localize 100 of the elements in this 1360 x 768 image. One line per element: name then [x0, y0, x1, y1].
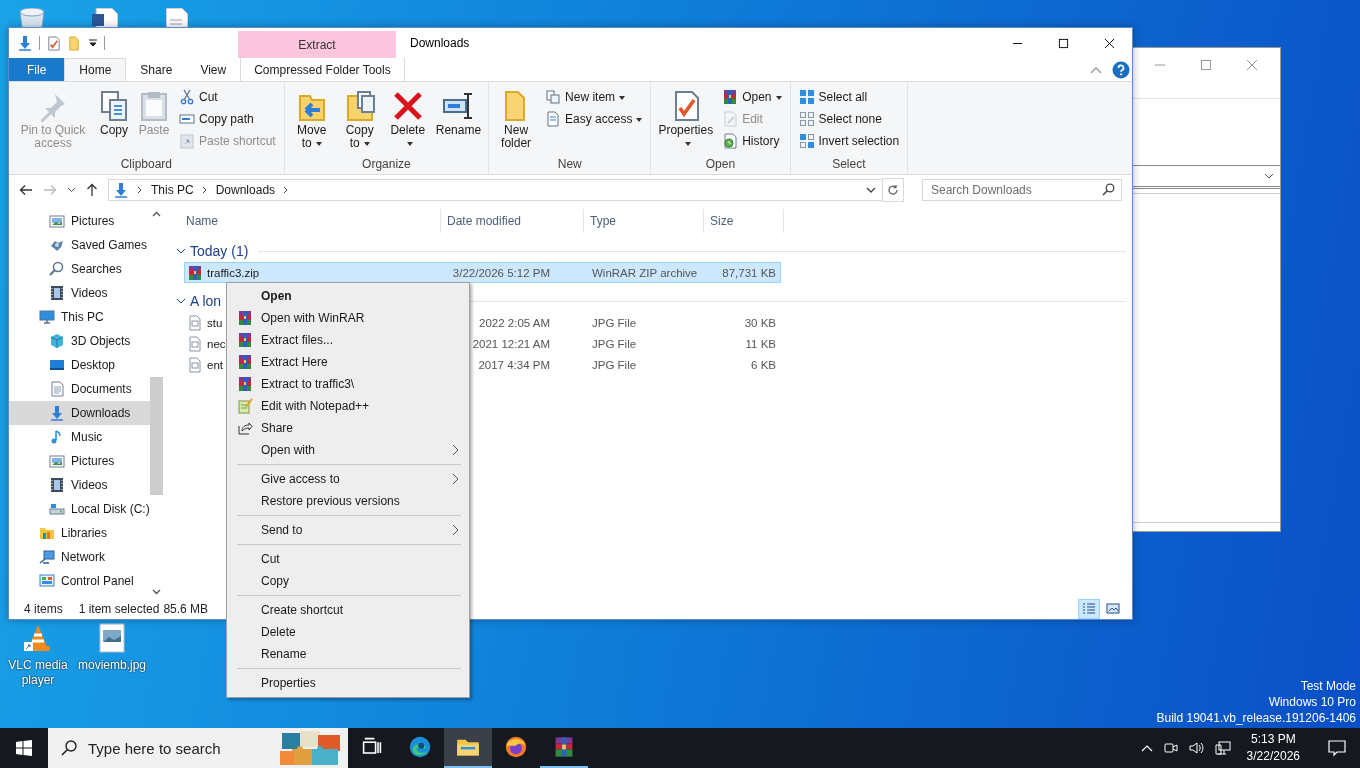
notification-icon[interactable] [1328, 739, 1346, 757]
chevron-up-icon[interactable] [1140, 744, 1153, 752]
ribbon-button[interactable]: New folder [493, 84, 540, 156]
nav-item[interactable]: Videos [9, 473, 150, 497]
nav-item[interactable]: Saved Games [9, 233, 150, 257]
ribbon-button[interactable]: Invert selection [794, 130, 904, 152]
menu-item[interactable]: Delete [229, 621, 465, 643]
nav-item[interactable]: Downloads [9, 401, 150, 425]
ribbon-tab[interactable]: Share [126, 58, 187, 81]
ribbon-tab[interactable]: Home [64, 58, 127, 81]
column-header[interactable]: Name [172, 209, 441, 233]
ribbon-button[interactable]: Select all [794, 86, 904, 108]
nav-item[interactable]: Desktop [9, 353, 150, 377]
ribbon-tab[interactable]: View [186, 58, 241, 81]
file-explorer-button[interactable] [444, 728, 492, 768]
menu-item[interactable]: Extract Here [229, 351, 465, 373]
back-arrow-icon[interactable] [19, 184, 33, 196]
ribbon-button[interactable]: Copy [95, 84, 133, 156]
nav-item[interactable]: Searches [9, 257, 150, 281]
clock-date[interactable]: 3/22/2026 [1246, 748, 1300, 765]
ribbon-button[interactable]: Cut [175, 86, 280, 108]
nav-item[interactable]: Control Panel [9, 569, 150, 593]
chevron-down-icon[interactable] [176, 298, 186, 304]
menu-item[interactable]: Create shortcut [229, 599, 465, 621]
menu-item[interactable]: Restore previous versions [229, 490, 465, 512]
menu-item[interactable]: Give access to [229, 468, 465, 490]
chevron-down-icon[interactable] [67, 187, 76, 193]
nav-item[interactable]: 3D Objects [9, 329, 150, 353]
breadcrumb[interactable]: Downloads [215, 183, 276, 197]
document-icon [49, 381, 65, 397]
refresh-button[interactable] [882, 178, 904, 202]
document-icon[interactable] [92, 8, 118, 27]
image-file-icon[interactable] [96, 622, 128, 654]
winrar-icon [187, 264, 203, 281]
chevron-down-icon[interactable] [176, 248, 186, 254]
ribbon-button[interactable]: Copy path [175, 108, 280, 130]
ribbon-button[interactable]: Select none [794, 108, 904, 130]
ribbon-button[interactable]: Delete [384, 84, 431, 156]
nav-item[interactable]: Pictures [9, 209, 150, 233]
menu-item[interactable]: Rename [229, 643, 465, 665]
menu-item[interactable]: Open with [229, 439, 465, 461]
maximize-icon[interactable] [1200, 59, 1212, 71]
nav-item[interactable]: Network [9, 545, 150, 569]
nav-item[interactable]: Documents [9, 377, 150, 401]
nav-item[interactable]: Local Disk (C:) [9, 497, 150, 521]
nav-item[interactable]: Libraries [9, 521, 150, 545]
ribbon-button[interactable]: New item [541, 86, 647, 108]
selected-row[interactable]: traffic3.zip 3/22/2026 5:12 PM WinRAR ZIP archive 87,731 KB [184, 262, 781, 283]
clock-time[interactable]: 5:13 PM [1246, 731, 1300, 748]
clipboard-icon [138, 90, 170, 122]
chevron-down-icon[interactable] [866, 187, 876, 193]
ribbon-button[interactable]: Move to [288, 84, 335, 156]
ribbon-button[interactable]: History [718, 130, 786, 152]
menu-item[interactable]: Open with WinRAR [229, 307, 465, 329]
file-name[interactable]: stu [207, 316, 223, 329]
column-header[interactable]: Date modified [441, 209, 584, 233]
menu-item[interactable]: Extract files... [229, 329, 465, 351]
menu-item[interactable]: Edit with Notepad++ [229, 395, 465, 417]
up-arrow-icon[interactable] [86, 183, 98, 197]
address-bar[interactable]: This PC Downloads [108, 179, 883, 201]
collapse-icon[interactable] [1090, 65, 1102, 74]
menu-item[interactable]: Share [229, 417, 465, 439]
column-header[interactable]: Type [584, 209, 704, 233]
file-name[interactable]: ent [207, 358, 223, 371]
group-header[interactable]: Today (1) [190, 243, 249, 259]
ribbon-button[interactable]: Open [718, 86, 786, 108]
menu-item[interactable]: Open [229, 285, 465, 307]
ribbon-button[interactable]: Properties [655, 84, 717, 156]
file-name[interactable]: traffic3.zip [207, 266, 260, 279]
nav-item[interactable]: Videos [9, 281, 150, 305]
network-icon[interactable] [1214, 740, 1231, 756]
column-header[interactable]: Size [704, 209, 784, 233]
ribbon-button[interactable]: Easy access [541, 108, 647, 130]
scroll-up-icon[interactable] [152, 211, 162, 217]
ribbon-tab[interactable]: Compressed Folder Tools [240, 58, 405, 81]
ribbon-button[interactable]: Copy to [336, 84, 383, 156]
menu-item[interactable]: Cut [229, 548, 465, 570]
scroll-down-icon[interactable] [152, 589, 162, 595]
help-icon[interactable] [1112, 60, 1130, 79]
menu-item[interactable]: Send to [229, 519, 465, 541]
close-icon[interactable] [1246, 59, 1258, 71]
breadcrumb[interactable]: This PC [151, 183, 194, 197]
file-name[interactable]: nec [207, 337, 226, 350]
ribbon-button[interactable]: Rename [432, 84, 485, 156]
menu-item[interactable]: Properties [229, 672, 465, 694]
search-icon[interactable] [1102, 183, 1115, 196]
group-header[interactable]: A lon [190, 293, 222, 309]
date-cell: 2017 4:34 PM [478, 358, 550, 371]
menu-item[interactable]: Extract to traffic3\ [229, 373, 465, 395]
ribbon-tab[interactable]: File [9, 58, 65, 81]
nav-item[interactable]: Pictures [9, 449, 150, 473]
camera-icon[interactable] [1162, 740, 1179, 756]
dropdown-icon[interactable] [88, 38, 98, 48]
nav-item[interactable]: This PC [9, 305, 150, 329]
nav-item[interactable]: Music [9, 425, 150, 449]
volume-icon[interactable] [1188, 740, 1205, 756]
scroll-thumb[interactable] [150, 377, 164, 495]
caret-icon [315, 141, 322, 146]
menu-item[interactable]: Copy [229, 570, 465, 592]
search-field[interactable]: Search Downloads [922, 179, 1122, 201]
